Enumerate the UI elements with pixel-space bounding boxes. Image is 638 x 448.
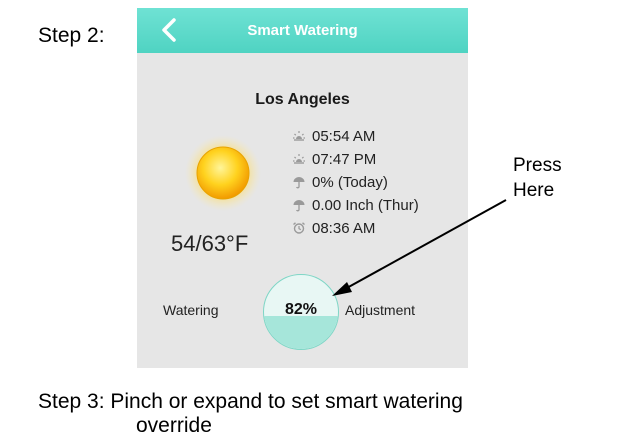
rainfall-icon [293, 200, 305, 212]
app-bar: Smart Watering [137, 8, 468, 53]
rainfall-row: 0.00 Inch (Thur) [292, 194, 419, 217]
instruction-graphic: Step 2: Smart Watering Los Angeles 54/63… [0, 0, 638, 448]
sunset-icon [293, 154, 305, 164]
watering-label: Watering [163, 302, 219, 318]
alarm-time: 08:36 AM [312, 220, 376, 237]
adjustment-percent: 82% [284, 301, 318, 318]
callout-line-2: Here [513, 180, 555, 201]
sunrise-row: 05:54 AM [292, 125, 419, 148]
step-3-line-2: override [136, 414, 212, 437]
press-here-callout: Press Here [513, 153, 562, 203]
sunrise-time: 05:54 AM [312, 128, 376, 145]
rainfall-text: 0.00 Inch (Thur) [312, 197, 419, 214]
step-3-line-1: Step 3: Pinch or expand to set smart wat… [38, 390, 463, 413]
sunset-row: 07:47 PM [292, 148, 419, 171]
watering-adjustment-dial[interactable]: 82% [263, 274, 339, 350]
alarm-icon [293, 222, 305, 234]
city-name: Los Angeles [255, 91, 350, 108]
rain-chance-row: 0% (Today) [292, 171, 419, 194]
sunrise-icon [293, 131, 305, 141]
step-2-label: Step 2: [38, 24, 105, 47]
weather-details: 05:54 AM 07:47 PM 0% (Today) 0.00 Inch (… [292, 125, 419, 240]
adjustment-label: Adjustment [345, 302, 416, 318]
rain-chance-icon [293, 177, 305, 189]
callout-line-1: Press [513, 155, 562, 176]
temperature-range: 54/63°F [171, 231, 249, 256]
sunset-time: 07:47 PM [312, 151, 377, 168]
page-title: Smart Watering [247, 22, 358, 39]
rain-chance-text: 0% (Today) [312, 174, 388, 191]
step-3-instruction: Step 3: Pinch or expand to set smart wat… [38, 390, 463, 438]
phone-screen: Smart Watering Los Angeles 54/63°F 05:54… [137, 8, 468, 368]
sun-icon [185, 135, 261, 211]
dial-fill-level [264, 315, 338, 349]
alarm-row: 08:36 AM [292, 217, 419, 240]
